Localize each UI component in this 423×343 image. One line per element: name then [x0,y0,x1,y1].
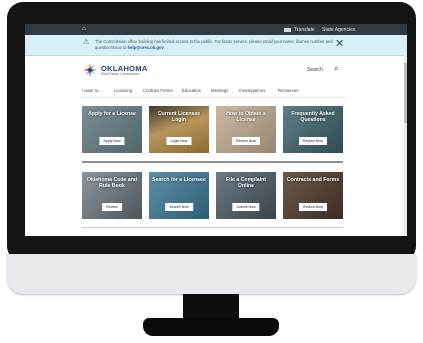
close-icon[interactable]: ✕ [335,37,344,50]
review-now-button[interactable]: Review Now [299,137,327,145]
alert-email-link[interactable]: help@orec.ok.gov [128,45,164,50]
logo-subtitle: Real Estate Commission [101,72,140,76]
nav-item-investigations[interactable]: Investigations [239,88,265,93]
tile-contracts-and-forms[interactable]: Contracts and Forms Review Now [283,172,343,219]
alert-banner: ⚠ The Commission office building has lim… [25,35,407,56]
oklahoma-logo-icon[interactable] [83,63,97,77]
tile-title: Oklahoma Code and Rule Book [86,177,138,189]
nav-item-resources[interactable]: Resources [278,88,299,93]
tile-current-licensee-login[interactable]: Current Licensee Login Login Now [149,106,209,153]
state-agencies-link[interactable]: State Agencies [322,27,355,33]
tile-title: File a Complaint Online [225,177,267,189]
nav-item-education[interactable]: Education [182,88,201,93]
review-now-button[interactable]: Review Now [299,203,327,211]
scrollbar-thumb[interactable] [404,63,407,123]
tile-search-licensee[interactable]: Search for a Licensee Search Now [149,172,209,219]
content-divider [82,227,343,228]
top-utility-bar: ⌂ Translate State Agencies [25,24,407,35]
nav-divider [80,97,346,98]
tile-apply-for-license[interactable]: Apply for a License Apply Now [82,106,142,153]
translate-icon [284,27,291,32]
tile-title: Contracts and Forms [286,177,340,183]
tile-file-complaint[interactable]: File a Complaint Online Submit Now [216,172,276,219]
review-now-button[interactable]: Review Now [232,137,260,145]
tile-title: How to Obtain a License [226,111,266,123]
submit-now-button[interactable]: Submit Now [232,203,260,211]
search-label[interactable]: Search [307,67,323,73]
monitor-chin [7,254,416,294]
tile-title: Current Licensee Login [157,111,201,123]
nav-item-meetings[interactable]: Meetings [211,88,228,93]
tiles-divider [82,161,343,163]
tile-title: Search for a Licensee [152,177,206,183]
search-icon[interactable]: ⌕ [334,64,338,74]
tile-faq[interactable]: Frequently Asked Questions Review Now [283,106,343,153]
login-now-button[interactable]: Login Now [166,137,192,145]
alert-message: The Commission office building has limit… [95,39,345,51]
home-icon[interactable]: ⌂ [82,26,86,32]
page-scrollbar[interactable] [404,55,407,236]
tile-title: Apply for a License [88,111,136,117]
site-header: OKLAHOMA Real Estate Commission Search ⌕ [25,56,407,86]
nav-item-i-want-to[interactable]: I want to... [82,88,102,93]
review-button[interactable]: Review [102,203,122,211]
tile-title: Frequently Asked Questions [291,111,335,123]
translate-label: Translate [294,26,315,33]
tile-how-to-obtain-license[interactable]: How to Obtain a License Review Now [216,106,276,153]
website-screen: ⌂ Translate State Agencies ⚠ The Commiss… [25,24,407,236]
apply-now-button[interactable]: Apply Now [99,137,125,145]
warning-icon: ⚠ [83,39,90,46]
search-now-button[interactable]: Search Now [165,203,193,211]
nav-item-contract-forms[interactable]: Contract Forms [143,88,173,93]
nav-item-licensing[interactable]: Licensing [114,88,132,93]
translate-link[interactable]: Translate [284,27,315,33]
tile-code-and-rule-book[interactable]: Oklahoma Code and Rule Book Review [82,172,142,219]
monitor-stand-base [143,318,279,336]
